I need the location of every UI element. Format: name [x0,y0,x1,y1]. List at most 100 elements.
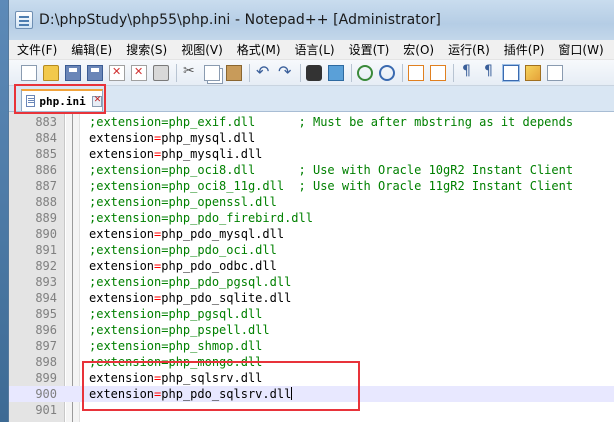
line-text: ;extension=php_openssl.dll [89,194,277,210]
title-bar[interactable]: D:\phpStudy\php55\php.ini - Notepad++ [A… [9,0,614,40]
sync-horizontal-icon[interactable] [430,64,446,81]
directive-key: ;extension [89,355,162,369]
function-list-icon[interactable] [547,64,563,81]
word-wrap-icon[interactable] [459,63,475,81]
line-number: 894 [35,291,57,305]
toolbar [9,60,614,86]
copy-icon[interactable] [204,64,220,81]
zoom-out-icon[interactable] [379,64,395,81]
menu-item[interactable]: 视图(V) [181,41,223,58]
line-text: ;extension=php_oci8.dll ; Use with Oracl… [89,162,573,178]
code-line[interactable]: 888 ;extension=php_openssl.dll [9,194,614,210]
menu-item[interactable]: 插件(P) [504,41,545,58]
menu-item[interactable]: 设置(T) [349,41,390,58]
directive-key: extension [89,147,155,161]
find-icon[interactable] [306,64,322,81]
replace-icon[interactable] [328,64,344,81]
code-line[interactable]: 894 extension=php_pdo_sqlite.dll [9,290,614,306]
save-icon[interactable] [65,64,81,81]
directive-value: php_sqlsrv.dll [161,371,263,385]
code-line[interactable]: 900 extension=php_pdo_sqlsrv.dll [9,386,614,402]
close-all-icon[interactable] [131,64,147,81]
editor-area[interactable]: 883 ;extension=php_exif.dll ; Must be aft… [9,112,614,422]
line-text: extension=php_mysql.dll [89,130,255,146]
zoom-in-icon[interactable] [357,64,373,81]
line-number: 901 [35,403,57,417]
directive-value: php_mysql.dll [161,131,256,145]
line-number: 892 [35,259,57,273]
save-all-icon[interactable] [87,64,103,81]
directive-key: extension [89,131,155,145]
open-icon[interactable] [43,64,59,81]
code-line[interactable]: 901 [9,402,614,418]
directive-value: php_mongo.dll [168,355,263,369]
directive-value: php_pdo_mysql.dll [161,227,285,241]
file-icon [26,95,36,107]
code-line[interactable]: 886 ;extension=php_oci8.dll ; Use with Or… [9,162,614,178]
close-icon[interactable] [109,64,125,81]
doc-map-icon[interactable] [525,64,541,81]
directive-value: php_mysqli.dll [161,147,263,161]
directive-key: ;extension [89,195,162,209]
show-all-chars-icon[interactable] [481,63,497,81]
sync-vertical-icon[interactable] [408,64,424,81]
indent-guide-icon[interactable] [503,64,519,81]
line-text: ;extension=php_pdo_oci.dll [89,242,277,258]
line-text: extension=php_sqlsrv.dll [89,370,262,386]
line-number: 888 [35,195,57,209]
undo-icon[interactable] [255,62,271,81]
directive-key: extension [89,227,155,241]
menu-item[interactable]: 文件(F) [17,41,57,58]
menu-item[interactable]: 窗口(W) [558,41,603,58]
line-number: 887 [35,179,57,193]
code-line[interactable]: 898 ;extension=php_mongo.dll [9,354,614,370]
code-line[interactable]: 893 ;extension=php_pdo_pgsql.dll [9,274,614,290]
menu-item[interactable]: 运行(R) [448,41,490,58]
directive-value: php_pdo_odbc.dll [161,259,277,273]
toolbar-separator [402,63,403,82]
tab-close-icon[interactable] [91,95,102,107]
code-line[interactable]: 890 extension=php_pdo_mysql.dll [9,226,614,242]
directive-key: ;extension [89,179,162,193]
code-line[interactable]: 887 ;extension=php_oci8_11g.dll ; Use wit… [9,178,614,194]
code-line[interactable]: 885 extension=php_mysqli.dll [9,146,614,162]
menu-item[interactable]: 宏(O) [403,41,434,58]
menu-item[interactable]: 格式(M) [237,41,281,58]
cut-icon[interactable] [182,63,198,81]
notepad-plus-plus-window: D:\phpStudy\php55\php.ini - Notepad++ [A… [8,0,614,422]
menu-item[interactable]: 编辑(E) [71,41,112,58]
menu-item[interactable]: 搜索(S) [126,41,167,58]
directive-value: php_oci8.dll ; Use with Oracle 10gR2 Ins… [168,163,574,177]
line-text: ;extension=php_shmop.dll [89,338,262,354]
directive-value: php_pspell.dll [168,323,270,337]
directive-key: ;extension [89,115,162,129]
code-line[interactable]: 899 extension=php_sqlsrv.dll [9,370,614,386]
line-number: 899 [35,371,57,385]
tab-bar: php.ini [9,86,614,112]
line-number: 889 [35,211,57,225]
code-line[interactable]: 895 ;extension=php_pgsql.dll [9,306,614,322]
line-number: 896 [35,323,57,337]
toolbar-separator [249,63,250,82]
line-text: extension=php_pdo_sqlite.dll [89,290,291,306]
code-line[interactable]: 897 ;extension=php_shmop.dll [9,338,614,354]
print-icon[interactable] [153,64,169,81]
menu-bar: 文件(F) 编辑(E) 搜索(S) 视图(V) 格式(M) 语言(L) 设置(T) 宏(O) 运… [9,40,614,60]
paste-icon[interactable] [226,64,242,81]
code-line[interactable]: 884 extension=php_mysql.dll [9,130,614,146]
tab-php-ini[interactable]: php.ini [21,89,103,111]
line-number: 886 [35,163,57,177]
redo-icon[interactable] [277,62,293,81]
directive-key: ;extension [89,339,162,353]
menu-item[interactable]: 语言(L) [295,41,335,58]
code-line[interactable]: 891 ;extension=php_pdo_oci.dll [9,242,614,258]
code-line[interactable]: 896 ;extension=php_pspell.dll [9,322,614,338]
code-line[interactable]: 892 extension=php_pdo_odbc.dll [9,258,614,274]
directive-value: php_pdo_firebird.dll [168,211,313,225]
code-line[interactable]: 883 ;extension=php_exif.dll ; Must be aft… [9,114,614,130]
text-caret [291,387,293,400]
code-line[interactable]: 889 ;extension=php_pdo_firebird.dll [9,210,614,226]
new-icon[interactable] [21,64,37,81]
directive-key: ;extension [89,307,162,321]
directive-key: extension [89,291,155,305]
